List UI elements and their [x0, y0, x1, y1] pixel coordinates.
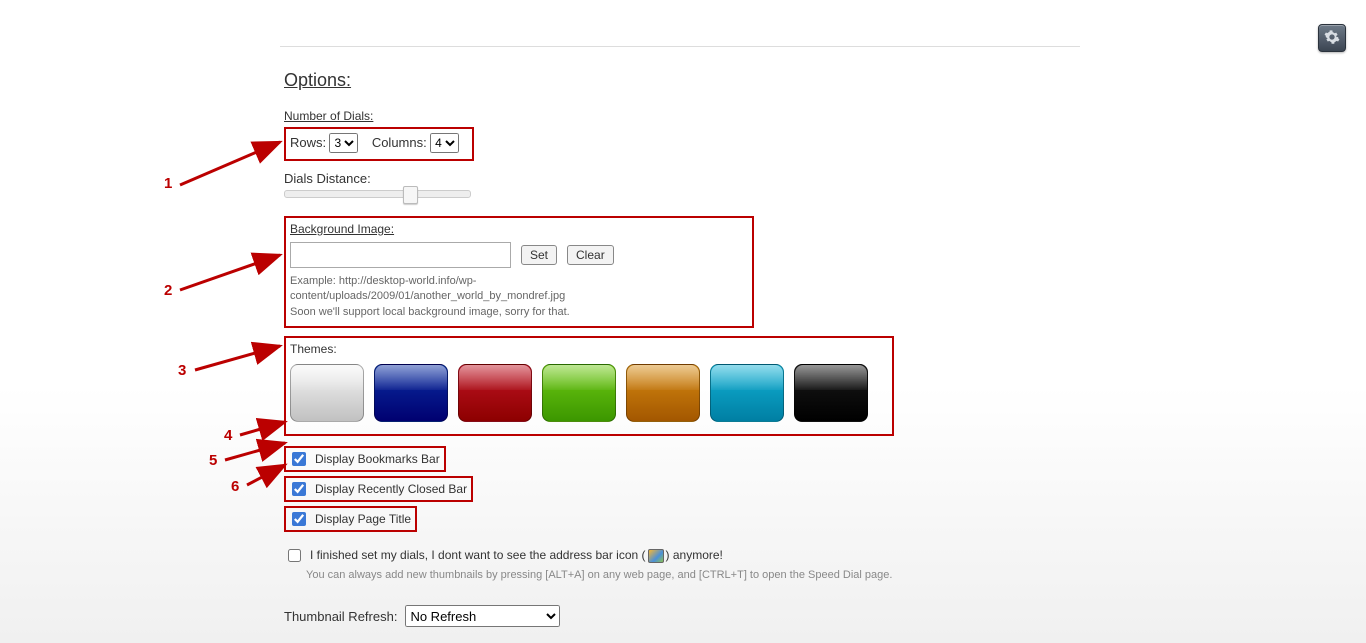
- annotation-5: 5: [209, 452, 217, 469]
- background-image-box: Background Image: Set Clear Example: htt…: [284, 216, 754, 328]
- dials-distance-label: Dials Distance:: [284, 171, 1104, 186]
- theme-swatch-black[interactable]: [794, 364, 868, 422]
- display-recently-closed-label: Display Recently Closed Bar: [315, 482, 467, 496]
- theme-swatch-blue[interactable]: [374, 364, 448, 422]
- slider-handle[interactable]: [403, 186, 418, 204]
- annotation-3: 3: [178, 362, 186, 379]
- clear-button[interactable]: Clear: [567, 245, 614, 265]
- annotation-4: 4: [224, 427, 232, 444]
- themes-label: Themes:: [290, 342, 884, 356]
- display-bookmarks-label: Display Bookmarks Bar: [315, 452, 440, 466]
- address-bar-icon: [648, 549, 664, 563]
- display-page-title-label: Display Page Title: [315, 512, 411, 526]
- finished-row: I finished set my dials, I dont want to …: [284, 546, 1104, 565]
- horizontal-rule: [280, 46, 1080, 47]
- display-page-title-box: Display Page Title: [284, 506, 417, 532]
- rows-label: Rows:: [290, 135, 326, 150]
- display-bookmarks-box: Display Bookmarks Bar: [284, 446, 446, 472]
- annotation-6: 6: [231, 478, 239, 495]
- theme-swatches: [290, 364, 884, 422]
- finished-label: I finished set my dials, I dont want to …: [310, 548, 723, 563]
- number-of-dials-box: Rows: 3 Columns: 4: [284, 127, 474, 161]
- rows-select[interactable]: 3: [329, 133, 358, 153]
- columns-label: Columns:: [372, 135, 427, 150]
- theme-swatch-cyan[interactable]: [710, 364, 784, 422]
- gear-icon: [1324, 29, 1340, 48]
- background-image-label: Background Image:: [290, 222, 744, 236]
- finished-checkbox[interactable]: [288, 549, 301, 562]
- themes-box: Themes:: [284, 336, 894, 436]
- annotation-1: 1: [164, 175, 172, 192]
- display-recently-closed-box: Display Recently Closed Bar: [284, 476, 473, 502]
- theme-swatch-orange[interactable]: [626, 364, 700, 422]
- columns-select[interactable]: 4: [430, 133, 459, 153]
- thumbnail-refresh-label: Thumbnail Refresh:: [284, 609, 397, 624]
- set-button[interactable]: Set: [521, 245, 557, 265]
- dials-distance-slider[interactable]: [284, 190, 471, 198]
- thumbnail-refresh-select[interactable]: No Refresh: [405, 605, 560, 627]
- display-page-title-checkbox[interactable]: [292, 512, 306, 526]
- display-recently-closed-checkbox[interactable]: [292, 482, 306, 496]
- display-bookmarks-checkbox[interactable]: [292, 452, 306, 466]
- settings-button[interactable]: [1318, 24, 1346, 52]
- bg-example-note: Example: http://desktop-world.info/wp-co…: [290, 274, 744, 320]
- theme-swatch-red[interactable]: [458, 364, 532, 422]
- theme-swatch-green[interactable]: [542, 364, 616, 422]
- page-title: Options:: [284, 70, 1104, 91]
- finished-note: You can always add new thumbnails by pre…: [306, 569, 1104, 581]
- background-image-input[interactable]: [290, 242, 511, 268]
- number-of-dials-label: Number of Dials:: [284, 109, 1104, 123]
- theme-swatch-white[interactable]: [290, 364, 364, 422]
- annotation-2: 2: [164, 282, 172, 299]
